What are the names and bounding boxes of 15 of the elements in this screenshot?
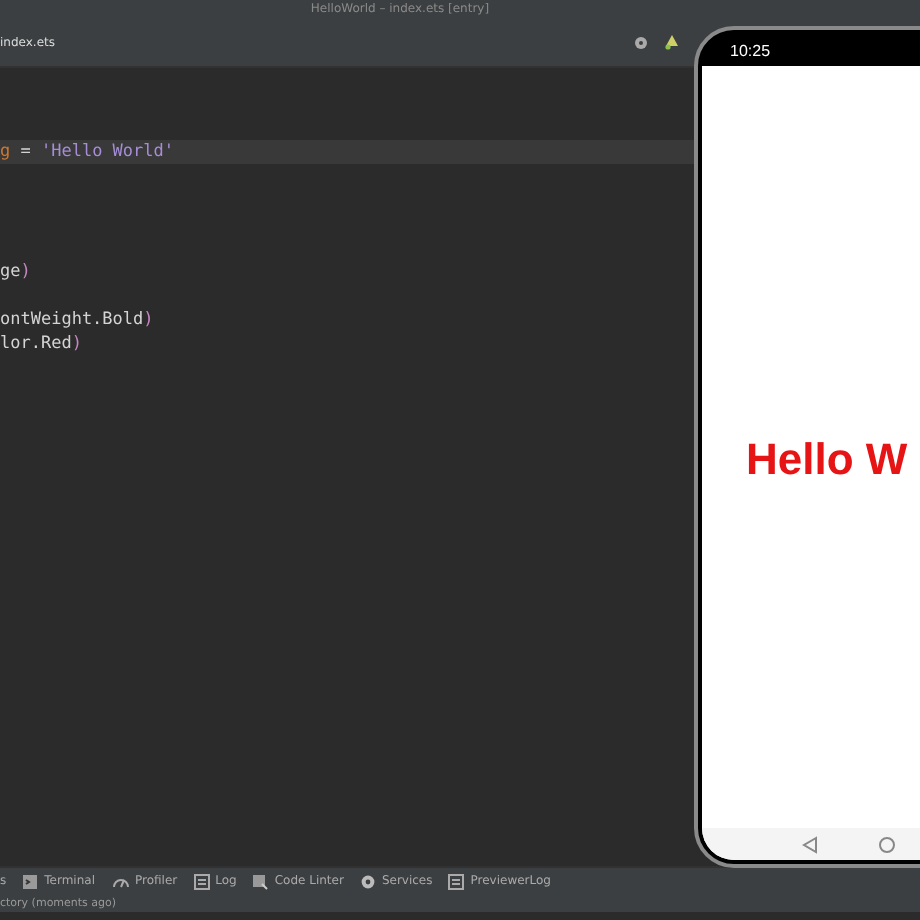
status-time: 10:25	[730, 41, 771, 59]
device-icon[interactable]	[664, 34, 680, 50]
back-icon[interactable]	[802, 835, 818, 853]
settings-icon[interactable]	[634, 35, 648, 49]
code-line: ontWeight.Bold)	[0, 308, 156, 332]
home-icon[interactable]	[878, 835, 896, 853]
log-icon	[448, 873, 465, 889]
code-line: ge)	[0, 260, 33, 284]
magnifier-icon	[252, 873, 269, 889]
settings-icon	[359, 873, 376, 889]
gauge-icon	[111, 874, 129, 888]
log-icon	[193, 873, 210, 889]
code-line: lor.Red)	[0, 332, 84, 356]
hello-text: Hello W	[746, 433, 908, 485]
terminal-icon	[22, 873, 39, 889]
